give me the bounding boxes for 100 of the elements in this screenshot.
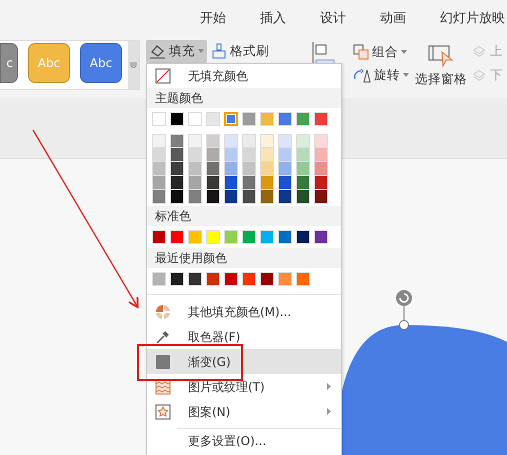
more-icon — [130, 62, 137, 68]
color-swatch[interactable] — [224, 272, 238, 286]
color-swatch[interactable] — [242, 134, 256, 148]
menu-item[interactable]: 渐变(G) — [147, 349, 341, 374]
color-swatch[interactable] — [188, 230, 202, 244]
ribbon-tab[interactable]: 设计 — [320, 10, 380, 28]
color-swatch[interactable] — [206, 272, 220, 286]
no-fill-item[interactable]: 无填充颜色 — [147, 64, 341, 88]
rotate-button[interactable]: 旋转 — [350, 64, 412, 87]
color-swatch[interactable] — [278, 176, 292, 190]
color-swatch[interactable] — [224, 190, 238, 204]
color-swatch[interactable] — [242, 190, 256, 204]
color-swatch[interactable] — [260, 112, 274, 126]
color-swatch[interactable] — [224, 134, 238, 148]
color-swatch[interactable] — [278, 190, 292, 204]
color-swatch[interactable] — [152, 176, 166, 190]
layers-icon — [473, 44, 487, 58]
color-swatch[interactable] — [206, 148, 220, 162]
color-swatch[interactable] — [260, 272, 274, 286]
color-swatch[interactable] — [242, 162, 256, 176]
color-swatch[interactable] — [206, 190, 220, 204]
menu-item[interactable]: 图案(N) — [147, 399, 341, 424]
color-swatch[interactable] — [242, 230, 256, 244]
color-swatch[interactable] — [296, 272, 310, 286]
color-swatch[interactable] — [152, 112, 166, 126]
color-swatch[interactable] — [224, 162, 238, 176]
color-swatch[interactable] — [188, 190, 202, 204]
color-swatch[interactable] — [224, 148, 238, 162]
color-swatch[interactable] — [260, 162, 274, 176]
color-swatch[interactable] — [260, 230, 274, 244]
color-swatch[interactable] — [296, 176, 310, 190]
color-swatch[interactable] — [314, 148, 328, 162]
color-swatch[interactable] — [278, 162, 292, 176]
color-swatch[interactable] — [170, 272, 184, 286]
color-swatch[interactable] — [224, 176, 238, 190]
color-swatch[interactable] — [242, 272, 256, 286]
color-swatch[interactable] — [224, 230, 238, 244]
color-swatch[interactable] — [278, 230, 292, 244]
color-swatch[interactable] — [260, 134, 274, 148]
color-swatch[interactable] — [206, 112, 220, 126]
color-swatch[interactable] — [296, 190, 310, 204]
color-swatch[interactable] — [278, 272, 292, 286]
fill-button[interactable]: 填充 — [146, 40, 207, 63]
color-swatch[interactable] — [242, 148, 256, 162]
color-swatch[interactable] — [296, 230, 310, 244]
color-swatch[interactable] — [278, 112, 292, 126]
shape-handles[interactable] — [396, 290, 412, 330]
color-swatch[interactable] — [224, 112, 238, 126]
color-swatch[interactable] — [170, 134, 184, 148]
selection-pane-button[interactable]: 选择窗格 — [412, 42, 470, 91]
shape-style-swatch[interactable]: Abc — [80, 43, 122, 83]
color-swatch[interactable] — [206, 230, 220, 244]
color-swatch[interactable] — [152, 272, 166, 286]
color-swatch[interactable] — [242, 112, 256, 126]
color-swatch[interactable] — [170, 148, 184, 162]
color-swatch[interactable] — [206, 134, 220, 148]
color-swatch[interactable] — [242, 176, 256, 190]
color-swatch[interactable] — [170, 176, 184, 190]
color-swatch[interactable] — [314, 162, 328, 176]
color-swatch[interactable] — [188, 176, 202, 190]
color-swatch[interactable] — [188, 134, 202, 148]
color-swatch[interactable] — [314, 230, 328, 244]
color-swatch[interactable] — [152, 148, 166, 162]
color-swatch[interactable] — [260, 176, 274, 190]
color-swatch[interactable] — [296, 148, 310, 162]
color-swatch[interactable] — [206, 162, 220, 176]
color-swatch[interactable] — [152, 190, 166, 204]
color-swatch[interactable] — [314, 134, 328, 148]
color-swatch[interactable] — [152, 134, 166, 148]
color-swatch[interactable] — [170, 112, 184, 126]
menu-item[interactable]: 取色器(F) — [147, 324, 341, 349]
color-swatch[interactable] — [170, 190, 184, 204]
ribbon-tab[interactable]: 幻灯片放映 — [440, 10, 505, 28]
color-swatch[interactable] — [188, 148, 202, 162]
color-swatch[interactable] — [170, 162, 184, 176]
ribbon-tab[interactable]: 插入 — [260, 10, 320, 28]
format-painter-button[interactable]: 格式刷 — [208, 40, 272, 63]
color-swatch[interactable] — [260, 190, 274, 204]
color-swatch[interactable] — [170, 230, 184, 244]
color-swatch[interactable] — [314, 176, 328, 190]
color-swatch[interactable] — [296, 134, 310, 148]
ribbon-tab[interactable]: 动画 — [380, 10, 440, 28]
color-swatch[interactable] — [314, 190, 328, 204]
ribbon-tab[interactable]: 开始 — [200, 10, 260, 28]
color-swatch[interactable] — [188, 162, 202, 176]
menu-item[interactable]: 图片或纹理(T) — [147, 374, 341, 399]
color-swatch[interactable] — [152, 162, 166, 176]
group-button[interactable]: 组合 — [350, 41, 410, 64]
color-swatch[interactable] — [314, 112, 328, 126]
color-swatch[interactable] — [260, 148, 274, 162]
gallery-more-button[interactable] — [128, 41, 139, 89]
color-swatch[interactable] — [152, 230, 166, 244]
color-swatch[interactable] — [278, 148, 292, 162]
color-swatch[interactable] — [278, 134, 292, 148]
color-swatch[interactable] — [296, 162, 310, 176]
color-swatch[interactable] — [206, 176, 220, 190]
menu-item[interactable]: 其他填充颜色(M)... — [147, 299, 341, 324]
color-swatch[interactable] — [296, 112, 310, 126]
color-swatch[interactable] — [188, 272, 202, 286]
color-swatch[interactable] — [188, 112, 202, 126]
